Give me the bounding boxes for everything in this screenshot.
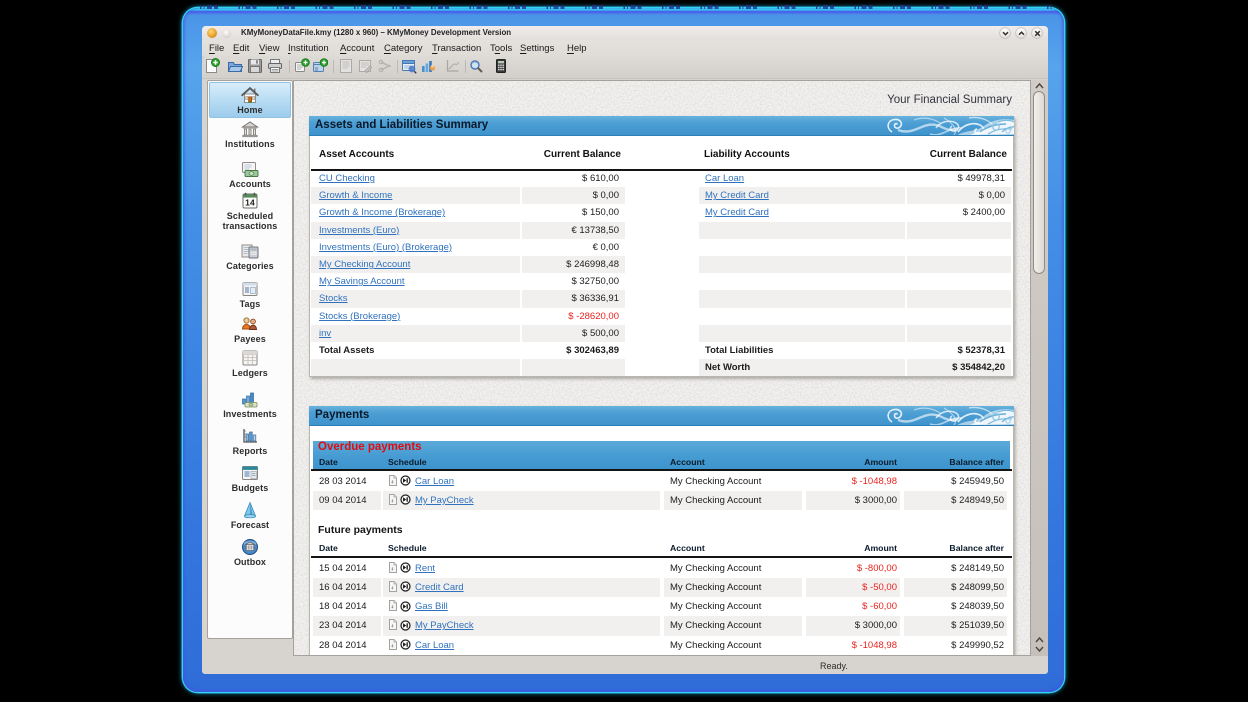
svg-text:14: 14 — [245, 198, 255, 208]
